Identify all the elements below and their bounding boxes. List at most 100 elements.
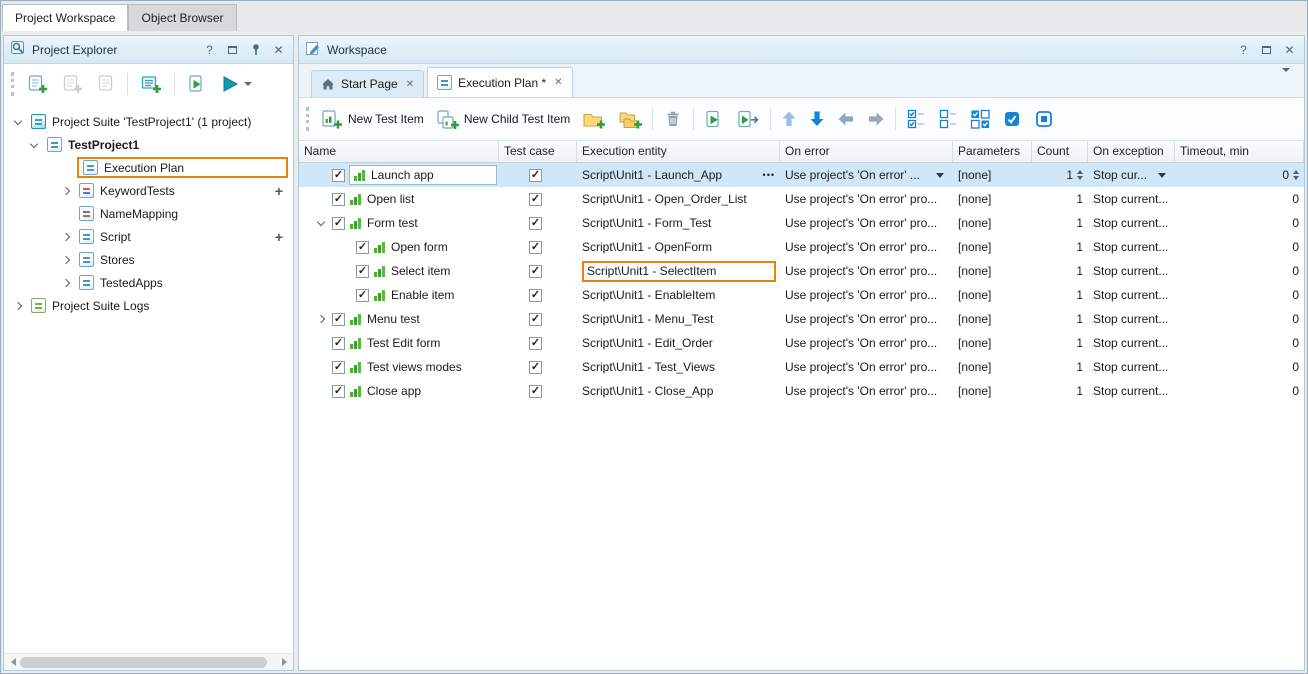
row-enabled-checkbox[interactable]: ✓	[332, 337, 345, 350]
chevron-right-icon[interactable]	[61, 186, 69, 194]
tree-item-testproject1[interactable]: TestProject1	[4, 133, 293, 156]
expander-closed[interactable]	[58, 188, 73, 194]
column-header-on-exception[interactable]: On exception	[1088, 141, 1175, 162]
chevron-down-icon[interactable]	[316, 218, 324, 226]
expander-closed[interactable]	[58, 234, 73, 240]
spinner-control[interactable]	[1076, 170, 1083, 180]
test-item-row[interactable]: ✓Test Edit form✓Script\Unit1 - Edit_Orde…	[299, 331, 1304, 355]
column-header-timeout[interactable]: Timeout, min	[1175, 141, 1304, 162]
run-selected-button[interactable]	[700, 106, 728, 133]
scroll-left-icon[interactable]	[6, 656, 20, 669]
test-item-row[interactable]: ✓Enable item✓Script\Unit1 - EnableItemUs…	[299, 283, 1304, 307]
chevron-right-icon[interactable]	[61, 255, 69, 263]
expander-closed[interactable]	[313, 316, 328, 322]
expander-closed[interactable]	[58, 280, 73, 286]
help-button[interactable]: ?	[201, 41, 218, 58]
run-from-selected-button[interactable]	[732, 106, 764, 133]
column-header-name[interactable]: Name	[299, 141, 499, 162]
test-case-checkbox[interactable]: ✓	[529, 313, 542, 326]
tab-object-browser[interactable]: Object Browser	[128, 4, 236, 31]
disable-all-items-button[interactable]	[934, 106, 962, 132]
tree-item-namemapping[interactable]: NameMapping	[4, 202, 293, 225]
row-enabled-checkbox[interactable]: ✓	[332, 361, 345, 374]
test-case-checkbox[interactable]: ✓	[529, 385, 542, 398]
tree-add-button[interactable]: +	[275, 230, 291, 244]
row-enabled-checkbox[interactable]: ✓	[332, 217, 345, 230]
uncheck-selected-button[interactable]	[1030, 106, 1058, 132]
test-case-checkbox[interactable]: ✓	[529, 241, 542, 254]
test-case-checkbox[interactable]: ✓	[529, 265, 542, 278]
expander-open[interactable]	[313, 221, 328, 225]
row-enabled-checkbox[interactable]: ✓	[332, 385, 345, 398]
chevron-right-icon[interactable]	[316, 315, 324, 323]
toolbar-grip[interactable]	[11, 72, 14, 96]
row-enabled-checkbox[interactable]: ✓	[332, 169, 345, 182]
maximize-button[interactable]	[224, 41, 241, 58]
new-child-test-item-button[interactable]: New Child Test Item	[432, 106, 574, 133]
help-button[interactable]: ?	[1235, 41, 1252, 58]
test-case-checkbox[interactable]: ✓	[529, 289, 542, 302]
test-item-row[interactable]: ✓Test views modes✓Script\Unit1 - Test_Vi…	[299, 355, 1304, 379]
close-button[interactable]: ✕	[270, 41, 287, 58]
test-item-row[interactable]: ✓Select item✓Script\Unit1 - SelectItemUs…	[299, 259, 1304, 283]
chevron-down-icon[interactable]	[13, 116, 21, 124]
row-enabled-checkbox[interactable]: ✓	[356, 289, 369, 302]
add-new-project-button[interactable]	[23, 71, 52, 97]
add-new-item-button[interactable]	[58, 71, 87, 97]
column-header-test-case[interactable]: Test case	[499, 141, 577, 162]
tab-list-dropdown[interactable]	[1276, 68, 1296, 90]
add-existing-item-button[interactable]	[93, 71, 119, 97]
scrollbar-thumb[interactable]	[20, 657, 267, 668]
tree-add-button[interactable]: +	[275, 184, 291, 198]
chevron-right-icon[interactable]	[61, 232, 69, 240]
new-child-group-button[interactable]	[614, 106, 646, 133]
test-case-checkbox[interactable]: ✓	[529, 361, 542, 374]
scroll-right-icon[interactable]	[277, 656, 291, 669]
new-test-item-button[interactable]: New Test Item	[316, 106, 428, 133]
expander-open[interactable]	[26, 143, 41, 147]
move-right-button[interactable]	[863, 108, 889, 130]
new-group-button[interactable]	[578, 106, 610, 133]
column-header-count[interactable]: Count	[1032, 141, 1088, 162]
organize-tests-button[interactable]	[136, 71, 166, 97]
move-down-button[interactable]	[805, 107, 829, 131]
spinner-control[interactable]	[1292, 170, 1299, 180]
test-item-row[interactable]: ✓Menu test✓Script\Unit1 - Menu_TestUse p…	[299, 307, 1304, 331]
test-case-checkbox[interactable]: ✓	[529, 337, 542, 350]
ellipsis-button[interactable]: •••	[761, 170, 777, 180]
toolbar-grip[interactable]	[306, 107, 309, 131]
close-tab-icon[interactable]: ✕	[404, 79, 414, 90]
test-item-row[interactable]: ✓Form test✓Script\Unit1 - Form_TestUse p…	[299, 211, 1304, 235]
pin-button[interactable]	[247, 41, 264, 58]
toggle-items-button[interactable]	[966, 106, 994, 132]
horizontal-scrollbar[interactable]	[4, 653, 293, 670]
run-project-suite-button[interactable]	[217, 71, 256, 97]
chevron-down-icon[interactable]	[29, 139, 37, 147]
check-selected-button[interactable]	[998, 106, 1026, 132]
tree-item-script[interactable]: Script+	[4, 225, 293, 248]
test-item-row[interactable]: ✓Close app✓Script\Unit1 - Close_AppUse p…	[299, 379, 1304, 403]
test-case-checkbox[interactable]: ✓	[529, 217, 542, 230]
tree-item-stores[interactable]: Stores	[4, 248, 293, 271]
column-header-execution-entity[interactable]: Execution entity	[577, 141, 780, 162]
move-up-button[interactable]	[777, 107, 801, 131]
expander-open[interactable]	[10, 120, 25, 124]
test-item-row[interactable]: ✓Launch app✓Script\Unit1 - Launch_App•••…	[299, 163, 1304, 187]
test-case-checkbox[interactable]: ✓	[529, 169, 542, 182]
tree-item-project-suite-testproject1-1-project[interactable]: Project Suite 'TestProject1' (1 project)	[4, 110, 293, 133]
enable-all-items-button[interactable]	[902, 106, 930, 132]
expander-closed[interactable]	[10, 303, 25, 309]
test-item-row[interactable]: ✓Open form✓Script\Unit1 - OpenFormUse pr…	[299, 235, 1304, 259]
close-button[interactable]: ✕	[1281, 41, 1298, 58]
tree-item-testedapps[interactable]: TestedApps	[4, 271, 293, 294]
run-project-button[interactable]	[183, 71, 211, 97]
name-editor[interactable]: Launch app	[349, 165, 497, 185]
test-item-row[interactable]: ✓Open list✓Script\Unit1 - Open_Order_Lis…	[299, 187, 1304, 211]
tab-execution-plan[interactable]: Execution Plan * ✕	[427, 67, 572, 97]
tab-project-workspace[interactable]: Project Workspace	[2, 4, 128, 31]
row-enabled-checkbox[interactable]: ✓	[332, 313, 345, 326]
move-left-button[interactable]	[833, 108, 859, 130]
chevron-right-icon[interactable]	[61, 278, 69, 286]
column-header-on-error[interactable]: On error	[780, 141, 953, 162]
dropdown-arrow-icon[interactable]	[1158, 173, 1166, 178]
